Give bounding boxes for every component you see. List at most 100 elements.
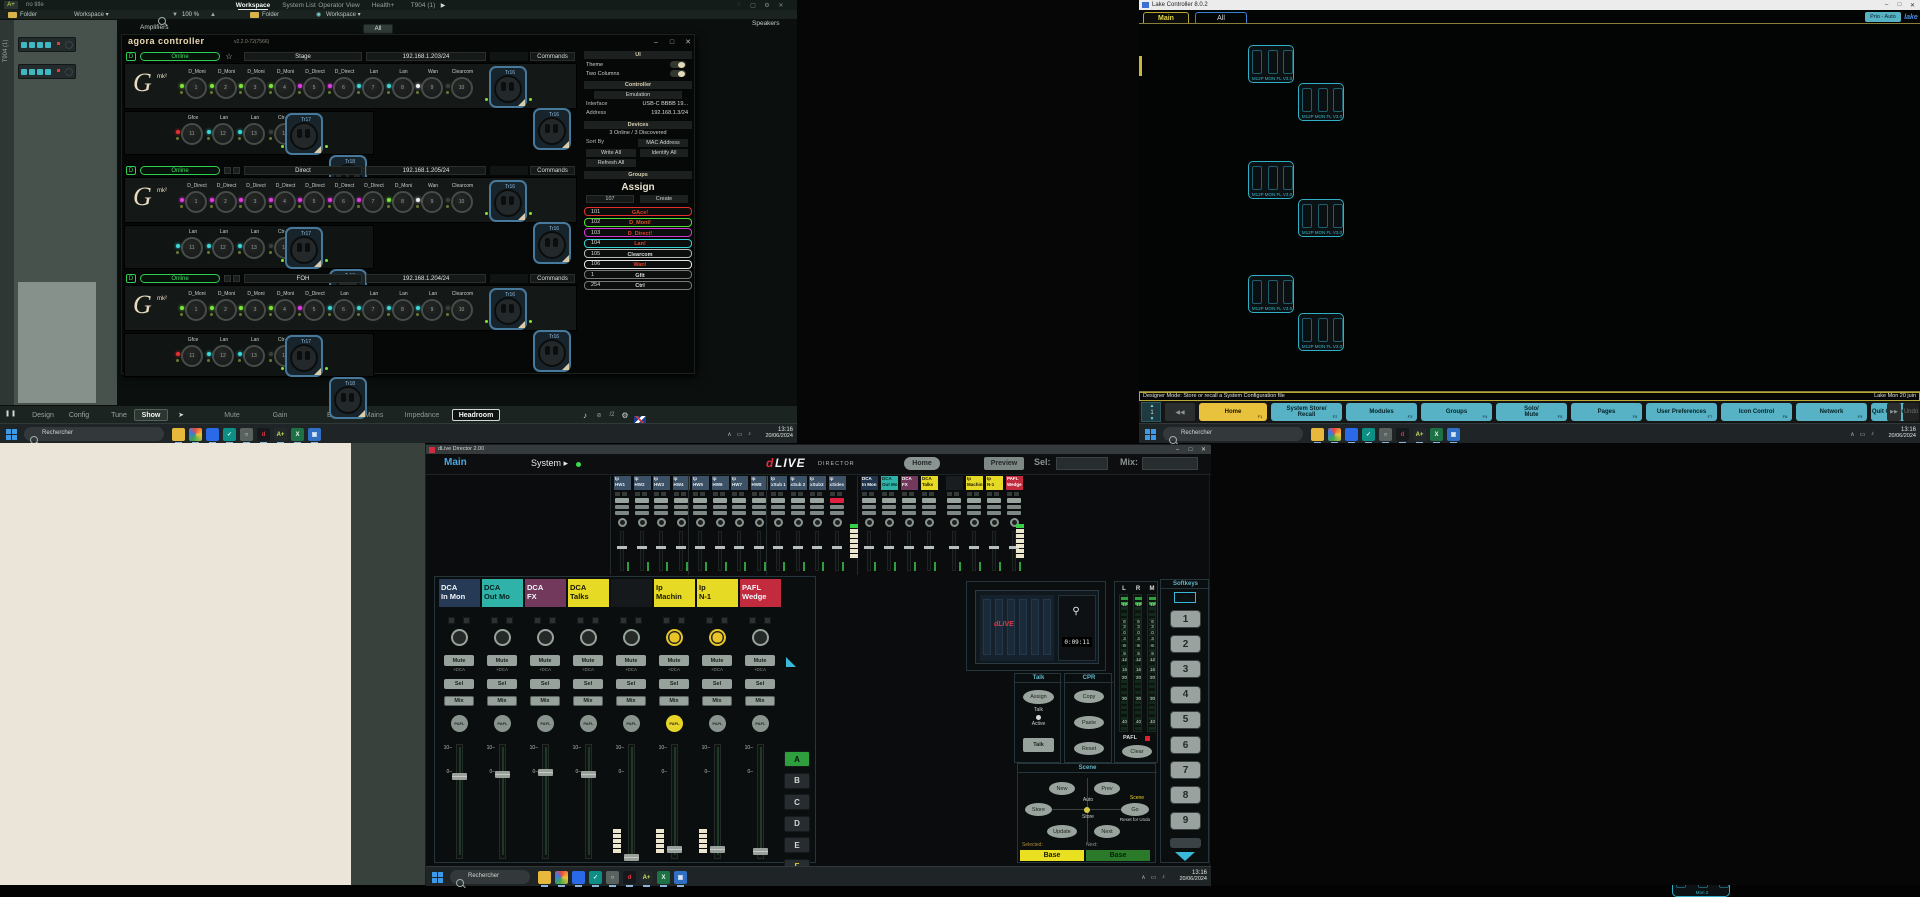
write-all-button[interactable]: Write All bbox=[586, 149, 636, 157]
taskbar-icon-excel[interactable]: X bbox=[1430, 428, 1443, 441]
lake-module[interactable]: M12P MON FL V3.0 bbox=[1248, 45, 1294, 83]
port-knob[interactable]: 1 bbox=[185, 191, 207, 213]
mini-fader-track[interactable] bbox=[867, 531, 871, 571]
softkey-5[interactable]: 5 bbox=[1170, 711, 1201, 729]
mini-fader-track[interactable] bbox=[698, 531, 702, 571]
mini-button[interactable] bbox=[700, 492, 705, 496]
group-item[interactable]: 104Lan! bbox=[584, 239, 692, 248]
header-mini-box[interactable] bbox=[224, 167, 231, 174]
port-knob[interactable]: 7 bbox=[362, 299, 384, 321]
softkey-8[interactable]: 8 bbox=[1170, 786, 1201, 804]
taskbar-icon-check[interactable]: ✓ bbox=[223, 428, 236, 441]
taskbar-icon-dlive[interactable]: d bbox=[257, 428, 270, 441]
mini-button[interactable] bbox=[967, 492, 972, 496]
fkey-pages[interactable]: PagesF6 bbox=[1571, 403, 1642, 421]
mode-tab-design[interactable]: Design bbox=[26, 409, 60, 421]
assign-button[interactable] bbox=[592, 617, 599, 624]
workspace-dropdown-right[interactable]: ◉Workspace ▾ bbox=[316, 11, 386, 19]
assign-button[interactable] bbox=[463, 617, 470, 624]
mini-mix-button[interactable] bbox=[882, 511, 896, 515]
favorite-star-icon[interactable]: ☆ bbox=[224, 51, 234, 61]
channel-strip[interactable]: IpMachinMute+DCASelMixPAFL10–0– bbox=[654, 579, 695, 862]
port-knob[interactable]: 12 bbox=[212, 345, 234, 367]
mini-fader-cap[interactable] bbox=[949, 546, 959, 549]
host-tab-health-[interactable]: Health+ bbox=[362, 1, 404, 10]
mini-fader-track[interactable] bbox=[620, 531, 624, 571]
port-knob[interactable]: 8 bbox=[392, 77, 414, 99]
mix-button[interactable]: Mix bbox=[702, 696, 732, 706]
sel-button[interactable]: Sel bbox=[702, 679, 732, 689]
speaker-tile[interactable]: Tr16 bbox=[533, 222, 571, 264]
mini-fader-track[interactable] bbox=[927, 531, 931, 571]
taskbar-icon-monitor[interactable]: ▣ bbox=[674, 871, 687, 884]
taskbar-icon-chrome[interactable] bbox=[189, 428, 202, 441]
close-icon[interactable]: ✕ bbox=[775, 1, 787, 9]
pafl-button[interactable]: PAFL bbox=[623, 715, 640, 732]
port-knob[interactable]: 12 bbox=[212, 237, 234, 259]
mini-knob[interactable] bbox=[677, 518, 686, 527]
pafl-button[interactable]: PAFL bbox=[494, 715, 511, 732]
home-button[interactable]: Home bbox=[904, 457, 940, 470]
sel-button[interactable]: Sel bbox=[573, 679, 603, 689]
close-button[interactable]: ✕ bbox=[682, 37, 694, 47]
bridge-strip[interactable] bbox=[946, 476, 963, 575]
softkeys-down-arrow[interactable] bbox=[1175, 852, 1195, 862]
scene-new-button[interactable]: New bbox=[1049, 782, 1075, 795]
pafl-button[interactable]: PAFL bbox=[580, 715, 597, 732]
port-knob[interactable]: 12 bbox=[212, 123, 234, 145]
minimize-button[interactable]: – bbox=[1881, 1, 1892, 9]
mini-sel-button[interactable] bbox=[713, 505, 727, 509]
mini-fader-cap[interactable] bbox=[832, 546, 842, 549]
gain-knob[interactable] bbox=[451, 629, 468, 646]
search-input[interactable]: Rechercher bbox=[24, 427, 164, 441]
tray-icon[interactable]: ♪ bbox=[1159, 872, 1168, 882]
mini-button[interactable] bbox=[635, 492, 640, 496]
mini-fader-cap[interactable] bbox=[904, 546, 914, 549]
commands-button[interactable]: Commands bbox=[530, 52, 575, 61]
lake-module[interactable]: M12P MON FL V3.0 bbox=[1298, 83, 1344, 121]
mini-button[interactable] bbox=[713, 492, 718, 496]
assign-button[interactable] bbox=[663, 617, 670, 624]
mini-mix-button[interactable] bbox=[713, 511, 727, 515]
start-button[interactable] bbox=[1145, 429, 1156, 440]
gain-knob[interactable] bbox=[752, 629, 769, 646]
mini-mix-button[interactable] bbox=[830, 511, 844, 515]
scene-prev-button[interactable]: Prev bbox=[1094, 782, 1120, 795]
speaker-tile[interactable]: Tr17 bbox=[285, 335, 323, 377]
mini-sel-button[interactable] bbox=[635, 505, 649, 509]
bridge-strip[interactable]: IpxSub3 bbox=[809, 476, 826, 575]
mini-fader-cap[interactable] bbox=[656, 546, 666, 549]
mini-sel-button[interactable] bbox=[862, 505, 876, 509]
pafl-button[interactable]: PAFL bbox=[709, 715, 726, 732]
taskbar-icon-ring[interactable]: ○ bbox=[606, 871, 619, 884]
fkey-groups[interactable]: GroupsF4 bbox=[1421, 403, 1492, 421]
mini-fader-track[interactable] bbox=[972, 531, 976, 571]
fkey-solo-mute[interactable]: Solo/ MuteF5 bbox=[1496, 403, 1567, 421]
mini-button[interactable] bbox=[778, 492, 783, 496]
assign-button[interactable] bbox=[678, 617, 685, 624]
port-knob[interactable]: 5 bbox=[303, 299, 325, 321]
fkey-modules[interactable]: ModulesF3 bbox=[1346, 403, 1417, 421]
mini-knob[interactable] bbox=[885, 518, 894, 527]
online-status-pill[interactable]: Online bbox=[140, 52, 220, 61]
header-mini-box[interactable] bbox=[224, 275, 231, 282]
fader-cap[interactable] bbox=[624, 854, 639, 861]
mini-knob[interactable] bbox=[716, 518, 725, 527]
mini-sel-button[interactable] bbox=[771, 505, 785, 509]
bridge-strip[interactable]: DCAFX bbox=[901, 476, 918, 575]
mini-mute-button[interactable] bbox=[713, 498, 727, 503]
mini-knob[interactable] bbox=[657, 518, 666, 527]
mini-sel-button[interactable] bbox=[654, 505, 668, 509]
lake-module[interactable]: M12P MON FL V3.0 bbox=[1248, 275, 1294, 313]
pafl-button[interactable]: PAFL bbox=[537, 715, 554, 732]
bridge-strip[interactable]: DCATalks bbox=[921, 476, 938, 575]
mini-button[interactable] bbox=[987, 492, 992, 496]
lake-module[interactable]: M12P MON FL V3.0 bbox=[1298, 313, 1344, 351]
bridge-strip[interactable]: IpHW3 bbox=[653, 476, 670, 575]
mini-fader-track[interactable] bbox=[718, 531, 722, 571]
assign-button[interactable] bbox=[491, 617, 498, 624]
emulation-button[interactable]: Emulation bbox=[594, 91, 682, 99]
taskbar-icon-app-blue[interactable] bbox=[206, 428, 219, 441]
port-knob[interactable]: 2 bbox=[215, 299, 237, 321]
speaker-tile[interactable]: Tr17 bbox=[285, 113, 323, 155]
